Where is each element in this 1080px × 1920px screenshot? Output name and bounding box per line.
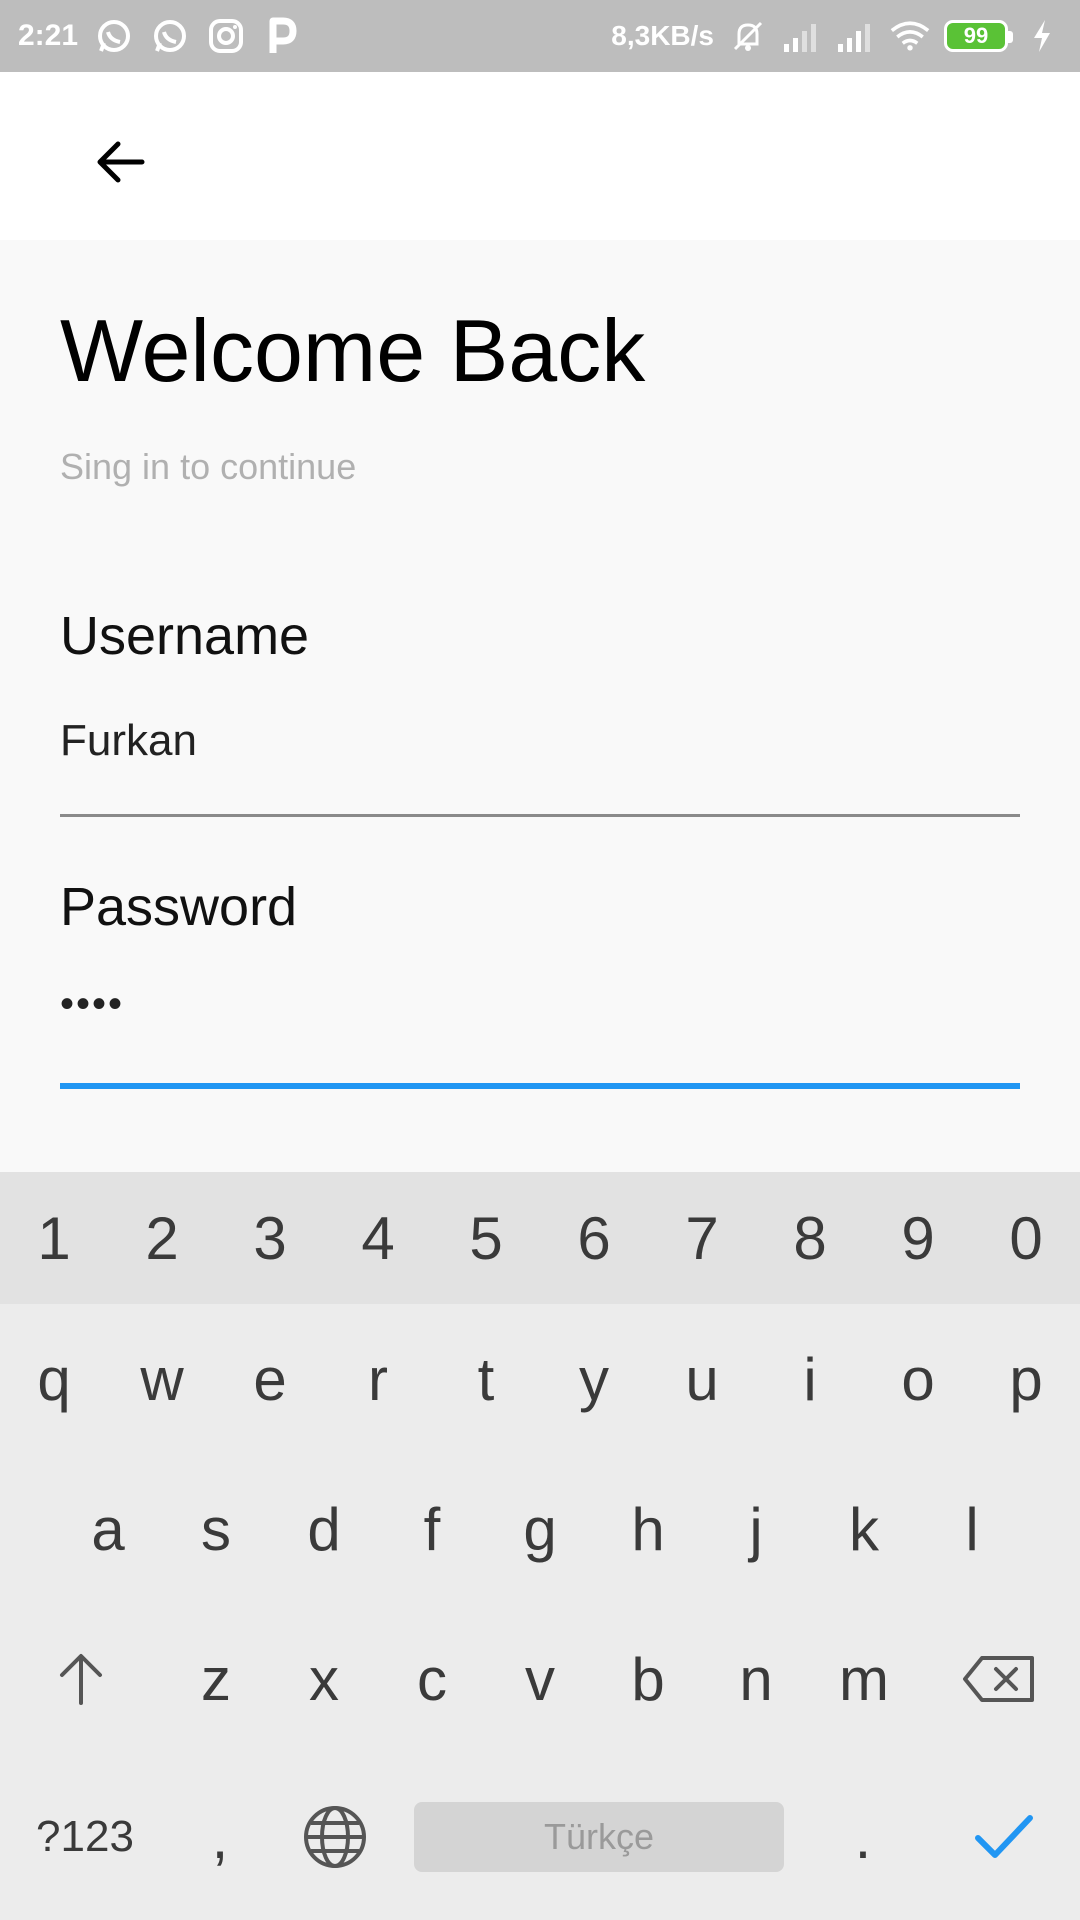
network-speed: 8,3KB/s	[611, 20, 714, 51]
page-title: Welcome Back	[60, 301, 646, 400]
key-i[interactable]: i	[756, 1304, 864, 1454]
checkmark-icon	[975, 1815, 1033, 1858]
key-e[interactable]: e	[216, 1304, 324, 1454]
key-b[interactable]: b	[594, 1604, 702, 1754]
period-key[interactable]: .	[798, 1754, 928, 1920]
charging-icon	[1022, 16, 1062, 56]
key-s[interactable]: s	[162, 1454, 270, 1604]
key-x[interactable]: x	[270, 1604, 378, 1754]
key-h[interactable]: h	[594, 1454, 702, 1604]
key-3[interactable]: 3	[216, 1172, 324, 1304]
soft-keyboard: 1 2 3 4 5 6 7 8 9 0 q w e r t y u i o p …	[0, 1172, 1080, 1920]
done-key[interactable]	[928, 1754, 1080, 1920]
key-c[interactable]: c	[378, 1604, 486, 1754]
key-8[interactable]: 8	[756, 1172, 864, 1304]
whatsapp-icon	[94, 16, 134, 56]
battery-indicator: 99	[944, 20, 1013, 52]
keyboard-row-4: ?123 , Türkçe .	[0, 1754, 1080, 1920]
instagram-icon	[206, 16, 246, 56]
shift-key[interactable]	[0, 1604, 162, 1754]
key-1[interactable]: 1	[0, 1172, 108, 1304]
username-underline	[60, 814, 1020, 817]
key-0[interactable]: 0	[972, 1172, 1080, 1304]
key-5[interactable]: 5	[432, 1172, 540, 1304]
key-2[interactable]: 2	[108, 1172, 216, 1304]
backspace-icon	[963, 1656, 1034, 1702]
key-q[interactable]: q	[0, 1304, 108, 1454]
bell-muted-icon	[728, 16, 768, 56]
key-r[interactable]: r	[324, 1304, 432, 1454]
p-app-icon	[262, 16, 302, 56]
whatsapp-icon	[150, 16, 190, 56]
key-l[interactable]: l	[918, 1454, 1026, 1604]
username-label: Username	[60, 606, 310, 666]
comma-key[interactable]: ,	[170, 1754, 270, 1920]
key-6[interactable]: 6	[540, 1172, 648, 1304]
key-m[interactable]: m	[810, 1604, 918, 1754]
key-n[interactable]: n	[702, 1604, 810, 1754]
key-u[interactable]: u	[648, 1304, 756, 1454]
key-t[interactable]: t	[432, 1304, 540, 1454]
password-underline-focused	[60, 1083, 1020, 1089]
globe-icon	[304, 1806, 366, 1868]
key-p[interactable]: p	[972, 1304, 1080, 1454]
symbols-key[interactable]: ?123	[0, 1754, 170, 1920]
key-7[interactable]: 7	[648, 1172, 756, 1304]
key-k[interactable]: k	[810, 1454, 918, 1604]
shift-arrow-icon	[60, 1654, 102, 1705]
space-key[interactable]: Türkçe	[414, 1802, 784, 1872]
arrow-left-icon	[97, 141, 145, 183]
password-label: Password	[60, 877, 298, 937]
backspace-key[interactable]	[918, 1604, 1080, 1754]
key-z[interactable]: z	[162, 1604, 270, 1754]
status-bar: 2:21 8,3KB/s 99	[0, 0, 1080, 72]
status-time: 2:21	[18, 19, 79, 52]
language-key[interactable]	[270, 1754, 400, 1920]
key-g[interactable]: g	[486, 1454, 594, 1604]
keyboard-row-1: q w e r t y u i o p	[0, 1304, 1080, 1454]
keyboard-row-2: a s d f g h j k l	[54, 1454, 1026, 1604]
page-subtitle: Sing in to continue	[60, 446, 357, 487]
key-f[interactable]: f	[378, 1454, 486, 1604]
key-9[interactable]: 9	[864, 1172, 972, 1304]
password-field[interactable]: ••••	[60, 982, 124, 1027]
app-bar	[0, 72, 1080, 240]
username-field[interactable]: Furkan	[60, 716, 197, 766]
keyboard-number-row: 1 2 3 4 5 6 7 8 9 0	[0, 1172, 1080, 1304]
key-a[interactable]: a	[54, 1454, 162, 1604]
signal-icon	[836, 16, 876, 56]
key-y[interactable]: y	[540, 1304, 648, 1454]
signal-icon	[782, 16, 822, 56]
key-v[interactable]: v	[486, 1604, 594, 1754]
key-j[interactable]: j	[702, 1454, 810, 1604]
wifi-icon	[890, 16, 930, 56]
back-button[interactable]	[80, 122, 160, 202]
key-d[interactable]: d	[270, 1454, 378, 1604]
key-4[interactable]: 4	[324, 1172, 432, 1304]
keyboard-row-3: z x c v b n m	[0, 1604, 1080, 1754]
key-w[interactable]: w	[108, 1304, 216, 1454]
key-o[interactable]: o	[864, 1304, 972, 1454]
